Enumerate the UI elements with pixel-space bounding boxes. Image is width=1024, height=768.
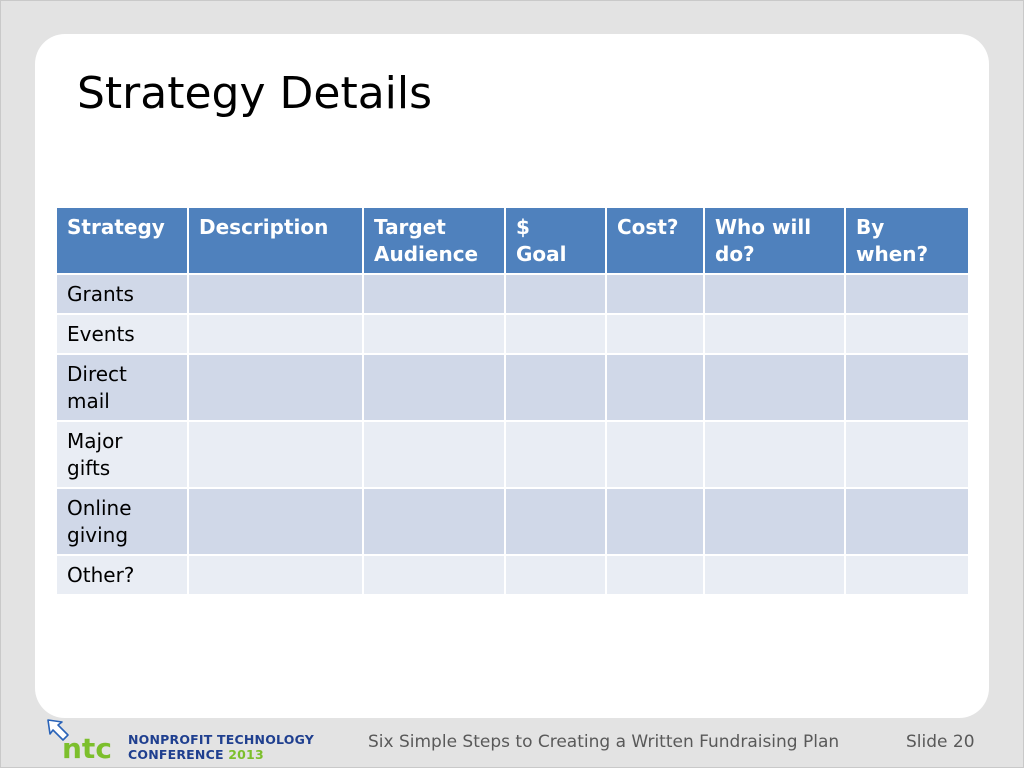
empty-cell <box>844 313 970 355</box>
empty-cell <box>703 353 846 422</box>
cell-text: Other? <box>67 563 135 587</box>
empty-cell <box>187 420 364 489</box>
empty-cell <box>605 487 705 556</box>
ntc-logo: ntc NONPROFIT TECHNOLOGY CONFERENCE 2013 <box>44 716 314 764</box>
empty-cell <box>844 420 970 489</box>
logo-year: 2013 <box>228 747 264 762</box>
empty-cell <box>504 554 607 596</box>
header-text: do? <box>715 242 755 266</box>
strategy-cell: Grants <box>55 273 189 315</box>
header-text: Strategy <box>67 215 165 239</box>
empty-cell <box>844 554 970 596</box>
empty-cell <box>703 420 846 489</box>
empty-cell <box>703 554 846 596</box>
empty-cell <box>187 554 364 596</box>
empty-cell <box>362 420 506 489</box>
cell-text: Direct <box>67 362 127 386</box>
logo-line-nonprofit-technology: NONPROFIT TECHNOLOGY <box>128 732 315 747</box>
table-row: Major gifts <box>55 420 970 489</box>
column-header-who-will-do: Who will do? <box>703 206 846 275</box>
header-text: Goal <box>516 242 567 266</box>
footer-presentation-title: Six Simple Steps to Creating a Written F… <box>368 732 840 752</box>
strategy-cell: Other? <box>55 554 189 596</box>
ntc-arrow-logo-icon: ntc <box>47 719 112 764</box>
empty-cell <box>504 273 607 315</box>
cell-text: Major <box>67 429 123 453</box>
column-header-description: Description <box>187 206 364 275</box>
strategy-cell: Events <box>55 313 189 355</box>
empty-cell <box>605 273 705 315</box>
header-text: Cost? <box>617 215 679 239</box>
logo-ntc-text: ntc <box>62 732 112 764</box>
table-row: Direct mail <box>55 353 970 422</box>
empty-cell <box>362 273 506 315</box>
logo-line-conference: CONFERENCE 2013 <box>128 747 264 762</box>
empty-cell <box>844 273 970 315</box>
empty-cell <box>703 313 846 355</box>
empty-cell <box>844 487 970 556</box>
empty-cell <box>187 353 364 422</box>
column-header-cost: Cost? <box>605 206 705 275</box>
table-row: Other? <box>55 554 970 596</box>
empty-cell <box>605 554 705 596</box>
table-row: Grants <box>55 273 970 315</box>
cell-text: Online <box>67 496 132 520</box>
empty-cell <box>362 554 506 596</box>
column-header-by-when: By when? <box>844 206 970 275</box>
column-header-strategy: Strategy <box>55 206 189 275</box>
empty-cell <box>187 313 364 355</box>
strategy-cell: Online giving <box>55 487 189 556</box>
header-text: Who will <box>715 215 812 239</box>
header-text: By <box>856 215 885 239</box>
header-text: Target <box>374 215 446 239</box>
cell-text: Grants <box>67 282 134 306</box>
empty-cell <box>605 353 705 422</box>
empty-cell <box>504 353 607 422</box>
empty-cell <box>605 420 705 489</box>
table-row: Events <box>55 313 970 355</box>
table-header-row: Strategy Description Target Audience $ Goa… <box>55 206 970 275</box>
empty-cell <box>703 273 846 315</box>
empty-cell <box>362 353 506 422</box>
empty-cell <box>504 487 607 556</box>
slide-title: Strategy Details <box>77 68 433 119</box>
empty-cell <box>844 353 970 422</box>
footer-slide-number: Slide 20 <box>906 732 975 752</box>
empty-cell <box>187 273 364 315</box>
empty-cell <box>362 313 506 355</box>
header-text: Description <box>199 215 329 239</box>
cell-text: mail <box>67 389 110 413</box>
strategy-cell: Major gifts <box>55 420 189 489</box>
empty-cell <box>362 487 506 556</box>
header-text: $ <box>516 215 530 239</box>
table-row: Online giving <box>55 487 970 556</box>
column-header-target-audience: Target Audience <box>362 206 506 275</box>
header-text: when? <box>856 242 929 266</box>
empty-cell <box>504 420 607 489</box>
empty-cell <box>187 487 364 556</box>
logo-conference-text: CONFERENCE <box>128 747 224 762</box>
cell-text: Events <box>67 322 135 346</box>
strategy-cell: Direct mail <box>55 353 189 422</box>
header-text: Audience <box>374 242 479 266</box>
cell-text: gifts <box>67 456 111 480</box>
empty-cell <box>504 313 607 355</box>
empty-cell <box>703 487 846 556</box>
empty-cell <box>605 313 705 355</box>
column-header-goal: $ Goal <box>504 206 607 275</box>
cell-text: giving <box>67 523 129 547</box>
strategy-table: Strategy Description Target Audience $ Goa… <box>55 206 970 596</box>
